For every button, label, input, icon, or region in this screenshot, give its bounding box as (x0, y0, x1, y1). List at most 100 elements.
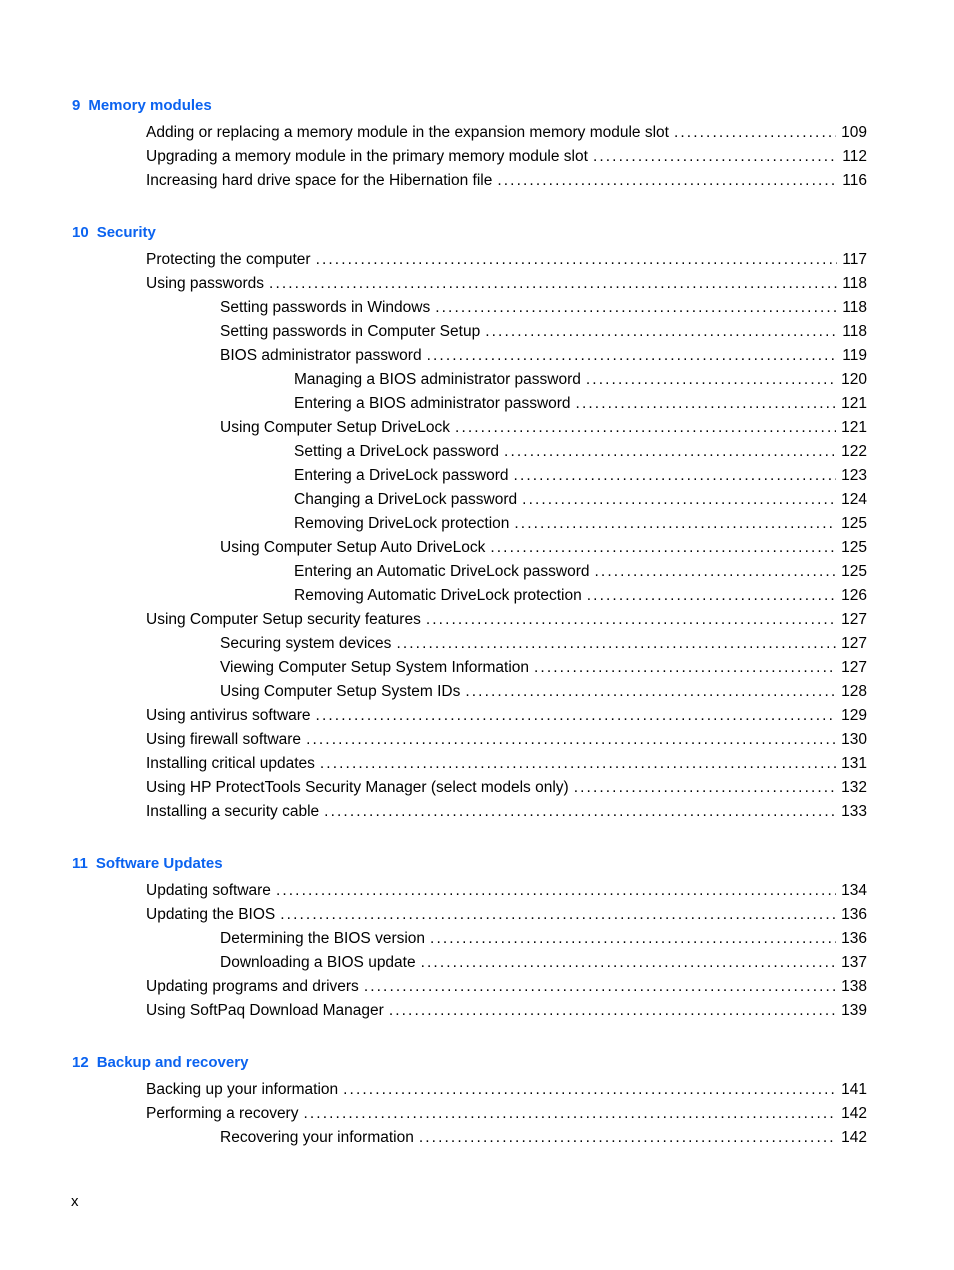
toc-entry-link[interactable]: Using Computer Setup security features 12… (72, 608, 867, 632)
toc-entry-page-number: 142 (841, 1105, 867, 1122)
toc-entry-link[interactable]: Updating software 134 (72, 879, 867, 903)
toc-entry-page-number: 141 (841, 1081, 867, 1098)
toc-entry-page-number: 136 (841, 906, 867, 923)
toc-entry-title: Using antivirus software (146, 707, 311, 724)
toc-entry-link[interactable]: Securing system devices 127 (72, 632, 867, 656)
toc-entry-page-number: 109 (841, 124, 867, 141)
toc-entry-page-number: 132 (841, 779, 867, 796)
toc-entry-page-number: 127 (841, 659, 867, 676)
toc-entry-link[interactable]: Removing Automatic DriveLock protection 1… (72, 584, 867, 608)
toc-entry-page-number: 126 (841, 587, 867, 604)
toc-entry-link[interactable]: Using antivirus software 129 (72, 704, 867, 728)
toc-entry-link[interactable]: Entering a BIOS administrator password 12… (72, 392, 867, 416)
toc-entry-title: Upgrading a memory module in the primary… (146, 148, 588, 165)
toc-entry-link[interactable]: Performing a recovery 142 (72, 1102, 867, 1126)
toc-entry-link[interactable]: Using firewall software 130 (72, 728, 867, 752)
chapter-heading-link[interactable]: 9 Memory modules (72, 96, 867, 116)
toc-entry-link[interactable]: Using passwords 118 (72, 272, 867, 296)
toc-entry-title: Updating programs and drivers (146, 978, 359, 995)
toc-entry-link[interactable]: Setting passwords in Computer Setup 118 (72, 320, 867, 344)
toc-entry-page-number: 123 (841, 467, 867, 484)
toc-entry-link[interactable]: Upgrading a memory module in the primary… (72, 145, 867, 169)
toc-entry-title: Securing system devices (220, 635, 392, 652)
toc-entry-page-number: 125 (841, 563, 867, 580)
toc-entry-link[interactable]: Using Computer Setup Auto DriveLock 125 (72, 536, 867, 560)
chapter-title: Software Updates (95, 855, 223, 872)
toc-entry-link[interactable]: Determining the BIOS version 136 (72, 927, 867, 951)
toc-entry-link[interactable]: Entering a DriveLock password 123 (72, 464, 867, 488)
toc-entry-page-number: 139 (841, 1002, 867, 1019)
toc-entry-link[interactable]: Installing a security cable 133 (72, 800, 867, 824)
toc-entry-link[interactable]: Using SoftPaq Download Manager 139 (72, 999, 867, 1023)
toc-entry-title: Recovering your information (220, 1129, 414, 1146)
toc-entry-link[interactable]: Entering an Automatic DriveLock password… (72, 560, 867, 584)
toc-entry-link[interactable]: Downloading a BIOS update 137 (72, 951, 867, 975)
page-number-footer: x (71, 1193, 79, 1210)
chapter-heading-link[interactable]: 11 Software Updates (72, 854, 867, 874)
toc-entry-title: Using SoftPaq Download Manager (146, 1002, 384, 1019)
toc-entry-link[interactable]: Using HP ProtectTools Security Manager (… (72, 776, 867, 800)
dot-leader (320, 752, 836, 776)
toc-entry-title: Entering a DriveLock password (294, 467, 509, 484)
dot-leader (522, 488, 836, 512)
dot-leader (587, 584, 836, 608)
toc-entry-link[interactable]: Managing a BIOS administrator password 12… (72, 368, 867, 392)
chapter-heading-link[interactable]: 12 Backup and recovery (72, 1053, 867, 1073)
toc-entry-link[interactable]: Setting a DriveLock password 122 (72, 440, 867, 464)
toc-entry-link[interactable]: Adding or replacing a memory module in t… (72, 121, 867, 145)
toc-entry-link[interactable]: Setting passwords in Windows 118 (72, 296, 867, 320)
chapter-section: 12 Backup and recovery Backing up your inf… (72, 1053, 867, 1150)
toc-entry-title: Updating software (146, 882, 271, 899)
dot-leader (276, 879, 836, 903)
dot-leader (419, 1126, 836, 1150)
toc-entry-link[interactable]: Viewing Computer Setup System Informatio… (72, 656, 867, 680)
table-of-contents: 9 Memory modules Adding or replacing a mem… (72, 96, 867, 1180)
toc-entry-link[interactable]: Using Computer Setup System IDs 128 (72, 680, 867, 704)
toc-entry-link[interactable]: Updating programs and drivers 138 (72, 975, 867, 999)
dot-leader (303, 1102, 836, 1126)
toc-entry-title: Determining the BIOS version (220, 930, 426, 947)
chapter-number: 9 (72, 97, 81, 114)
dot-leader (316, 704, 837, 728)
toc-entry-page-number: 131 (841, 755, 867, 772)
toc-entry-link[interactable]: BIOS administrator password 119 (72, 344, 867, 368)
chapter-section: 10 Security Protecting the computer 117 Usin… (72, 223, 867, 824)
dot-leader (514, 512, 836, 536)
toc-entry-link[interactable]: Installing critical updates 131 (72, 752, 867, 776)
dot-leader (396, 632, 836, 656)
toc-entry-title: Using Computer Setup Auto DriveLock (220, 539, 486, 556)
toc-entry-title: Updating the BIOS (146, 906, 276, 923)
toc-entry-link[interactable]: Changing a DriveLock password 124 (72, 488, 867, 512)
dot-leader (364, 975, 836, 999)
toc-entry-link[interactable]: Removing DriveLock protection 125 (72, 512, 867, 536)
toc-entry-page-number: 129 (841, 707, 867, 724)
dot-leader (490, 536, 836, 560)
toc-entry-page-number: 125 (841, 539, 867, 556)
toc-entry-title: Entering a BIOS administrator password (294, 395, 571, 412)
toc-entry-page-number: 116 (842, 172, 867, 189)
dot-leader (427, 344, 838, 368)
dot-leader (576, 392, 837, 416)
dot-leader (504, 440, 836, 464)
toc-entry-title: BIOS administrator password (220, 347, 422, 364)
dot-leader (426, 608, 836, 632)
toc-entry-title: Installing critical updates (146, 755, 315, 772)
toc-entry-title: Installing a security cable (146, 803, 320, 820)
toc-entry-title: Removing DriveLock protection (294, 515, 510, 532)
toc-entry-link[interactable]: Increasing hard drive space for the Hibe… (72, 169, 867, 193)
toc-entry-link[interactable]: Protecting the computer 117 (72, 248, 867, 272)
toc-entry-link[interactable]: Recovering your information 142 (72, 1126, 867, 1150)
toc-entry-page-number: 118 (842, 275, 867, 292)
toc-entry-page-number: 118 (842, 299, 867, 316)
dot-leader (595, 560, 837, 584)
dot-leader (430, 927, 836, 951)
dot-leader (574, 776, 836, 800)
toc-entry-link[interactable]: Updating the BIOS 136 (72, 903, 867, 927)
toc-entry-link[interactable]: Backing up your information 141 (72, 1078, 867, 1102)
toc-entry-page-number: 127 (841, 611, 867, 628)
toc-entry-title: Changing a DriveLock password (294, 491, 518, 508)
toc-entry-page-number: 122 (841, 443, 867, 460)
chapter-heading-link[interactable]: 10 Security (72, 223, 867, 243)
toc-entry-link[interactable]: Using Computer Setup DriveLock 121 (72, 416, 867, 440)
dot-leader (269, 272, 837, 296)
